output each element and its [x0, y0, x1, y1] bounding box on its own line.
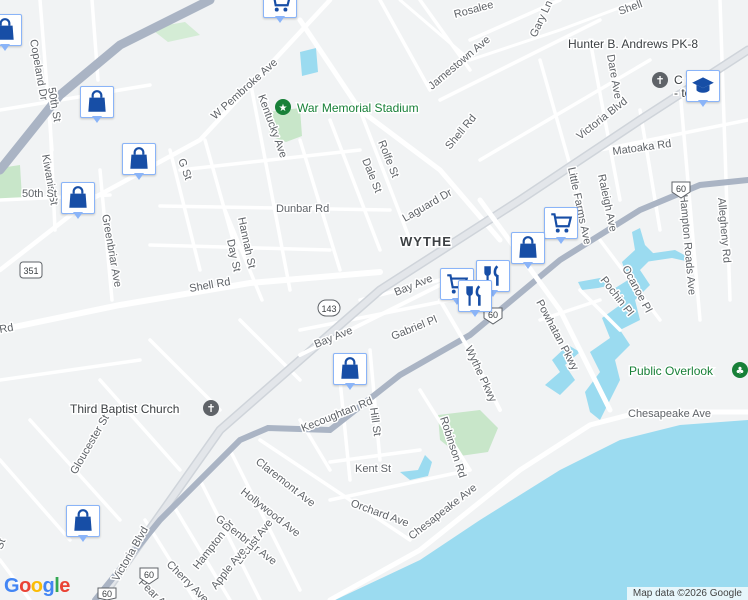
route-shield-143: 143 — [317, 299, 341, 317]
svg-text:Hunter B. Andrews PK-8: Hunter B. Andrews PK-8 — [568, 37, 698, 51]
route-shield-60: 60 — [97, 587, 117, 600]
shopping-bag-icon — [130, 147, 148, 169]
svg-text:★: ★ — [279, 103, 288, 114]
street-label: Rd — [0, 322, 14, 336]
shopping-bag-icon — [519, 236, 537, 258]
restaurant-icon — [466, 285, 481, 306]
shopping-bag-pin[interactable] — [333, 353, 367, 391]
svg-text:Public Overlook: Public Overlook — [629, 364, 714, 378]
svg-text:War Memorial Stadium: War Memorial Stadium — [297, 101, 419, 115]
google-logo: Google — [4, 575, 70, 597]
shopping-bag-pin[interactable] — [511, 232, 545, 270]
map-canvas[interactable]: WYTHE Copeland Dr 50th St Kiwanis St 50t… — [0, 0, 748, 600]
shopping-bag-icon — [0, 18, 14, 40]
hunter-b-andrews-poi[interactable]: Hunter B. Andrews PK-8 — [567, 36, 700, 53]
map-attribution[interactable]: Map data ©2026 Google — [626, 587, 748, 600]
neighborhood-label: WYTHE — [400, 234, 452, 249]
svg-text:143: 143 — [321, 304, 336, 314]
shopping-bag-icon — [341, 357, 359, 379]
svg-text:60: 60 — [676, 184, 686, 194]
grocery-cart-icon — [551, 213, 573, 233]
school-icon — [692, 77, 714, 93]
svg-text:Third Baptist Church: Third Baptist Church — [70, 402, 179, 416]
street-label: Dunbar Rd — [276, 203, 329, 215]
svg-text:✝: ✝ — [206, 402, 215, 415]
shopping-bag-pin[interactable] — [66, 505, 100, 543]
svg-text:60: 60 — [144, 570, 154, 580]
shopping-bag-pin[interactable] — [122, 143, 156, 181]
shopping-bag-pin[interactable] — [61, 182, 95, 220]
war-memorial-stadium-poi[interactable]: ★ War Memorial Stadium — [275, 99, 420, 117]
school-pin[interactable] — [686, 70, 720, 108]
grocery-cart-pin[interactable] — [263, 0, 297, 24]
svg-text:✝: ✝ — [655, 74, 664, 87]
shopping-bag-icon — [88, 90, 106, 112]
street-label: Chesapeake Ave — [628, 408, 711, 420]
shopping-bag-icon — [69, 186, 87, 208]
svg-text:351: 351 — [23, 266, 38, 276]
shopping-bag-pin[interactable] — [0, 14, 22, 52]
grocery-cart-pin[interactable] — [544, 207, 578, 245]
shopping-bag-icon — [74, 509, 92, 531]
street-label: Kent St — [355, 463, 391, 475]
street-label: 50th St — [22, 188, 57, 200]
route-shield-351: 351 — [19, 261, 43, 279]
svg-text:60: 60 — [102, 589, 112, 599]
svg-text:♣: ♣ — [736, 366, 745, 377]
restaurant-pin[interactable] — [458, 280, 492, 318]
grocery-cart-icon — [273, 0, 291, 12]
shopping-bag-pin[interactable] — [80, 86, 114, 124]
